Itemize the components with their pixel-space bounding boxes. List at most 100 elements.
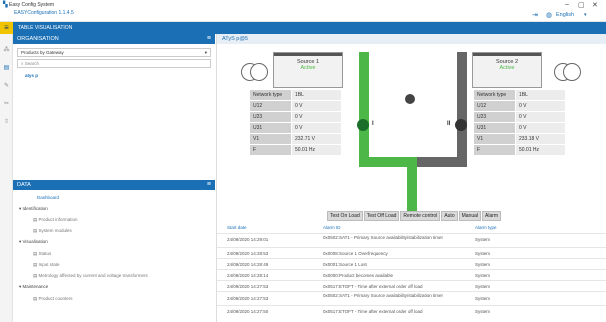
visualisation-group[interactable]: ▾ Visualisation bbox=[19, 239, 48, 245]
value: 1BL bbox=[515, 89, 566, 101]
data-panel: DATA ≡ Dashboard ▾ Identification ▤ Prod… bbox=[13, 180, 215, 322]
table-row: U23 0 V bbox=[473, 111, 566, 123]
remote-control-button[interactable]: Remote control bbox=[400, 211, 441, 221]
data-header: DATA ≡ bbox=[13, 180, 215, 190]
label-f: F bbox=[473, 144, 516, 156]
alarm-date: 24/09/2020 14:28:49 bbox=[227, 262, 269, 267]
left-toolbar: ⁂ ▤ ✎ ✂ ⇧ bbox=[0, 34, 13, 322]
close-icon[interactable]: ✕ bbox=[592, 1, 598, 9]
table-row: U23 0 V bbox=[249, 111, 342, 123]
table-row[interactable]: 24/09/2020 14:29:01 0x0502:SAT1 - Primar… bbox=[217, 233, 606, 244]
alarm-type: System bbox=[475, 309, 491, 314]
label-v1: V1 bbox=[473, 133, 516, 145]
menu-icon[interactable]: ≡ bbox=[0, 22, 13, 34]
table-row: F 50.01 Hz bbox=[473, 144, 566, 156]
source1-circle-b bbox=[250, 63, 268, 81]
alarm-table: Start date Alarm ID Alarm type 24/09/202… bbox=[217, 223, 606, 322]
tools-icon[interactable]: ✂ bbox=[3, 100, 10, 107]
table-row[interactable]: 24/09/2020 14:28:53 0x0008:Source 1 Over… bbox=[217, 247, 606, 258]
nav-title: TABLE VISUALISATION bbox=[18, 25, 73, 31]
table-row: U31 0 V bbox=[249, 122, 342, 134]
alarm-id: 0x0517:ETOFT - Time after external order… bbox=[323, 309, 423, 314]
identification-group[interactable]: ▾ Identification bbox=[19, 206, 48, 212]
tree-node-atys[interactable]: atys p bbox=[25, 73, 38, 78]
value: 232.71 V bbox=[291, 133, 342, 145]
alarm-type: System bbox=[475, 262, 491, 267]
product-information-item[interactable]: ▤ Product information bbox=[33, 217, 78, 223]
input-state-label: Input state bbox=[38, 262, 60, 267]
table-row[interactable]: 24/09/2020 14:28:49 0x0001:Source 1 Lost… bbox=[217, 258, 606, 269]
alarm-type: System bbox=[475, 251, 491, 256]
source1-bar bbox=[274, 53, 342, 56]
metrology-item[interactable]: ▤ Metrology affected by current and volt… bbox=[33, 273, 148, 279]
input-state-item[interactable]: ▤ Input state bbox=[33, 262, 60, 268]
line-source1-vertical bbox=[359, 52, 369, 157]
test-on-load-button[interactable]: Test On Load bbox=[327, 211, 363, 221]
dashboard-link[interactable]: Dashboard bbox=[37, 195, 59, 200]
maintenance-group[interactable]: ▾ Maintenance bbox=[19, 284, 48, 290]
panel-menu-icon[interactable]: ≡ bbox=[207, 34, 211, 44]
source1-state: Active bbox=[300, 65, 316, 71]
table-row: F 50.01 Hz bbox=[249, 144, 342, 156]
alarm-date: 24/09/2020 14:27:53 bbox=[227, 296, 269, 301]
alarm-button[interactable]: Alarm bbox=[482, 211, 502, 221]
alarm-date: 24/09/2020 14:28:53 bbox=[227, 251, 269, 256]
source2-bar bbox=[473, 53, 541, 56]
minimize-icon[interactable]: – bbox=[565, 1, 569, 8]
table-row: U12 0 V bbox=[249, 100, 342, 112]
table-row[interactable]: 24/09/2020 14:27:50 0x0517:ETOFT - Time … bbox=[217, 305, 606, 316]
data-title: DATA bbox=[17, 182, 31, 188]
label-u23: U23 bbox=[249, 111, 292, 123]
value: 0 V bbox=[291, 100, 342, 112]
filter-select[interactable]: Products by Gateway ▾ bbox=[17, 48, 211, 57]
alarm-type: System bbox=[475, 284, 491, 289]
title-bar: ▚ Easy Config System EASYConfiguration 1… bbox=[0, 0, 606, 22]
export-icon[interactable]: ⇧ bbox=[3, 118, 10, 125]
maintenance-label: Maintenance bbox=[22, 284, 49, 289]
value: 50.01 Hz bbox=[291, 144, 342, 156]
value: 0 V bbox=[291, 122, 342, 134]
alarm-id: 0x0008:Source 1 Overfrequency bbox=[323, 251, 388, 256]
system-modules-item[interactable]: ▤ System modules bbox=[33, 228, 72, 234]
table-row[interactable]: 24/09/2020 14:27:53 0x0517:ETOFT - Time … bbox=[217, 280, 606, 291]
table-row[interactable]: 24/09/2020 14:27:53 0x0502:SAT1 - Primar… bbox=[217, 291, 606, 305]
alarm-id: 0x0502:SAT1 - Primary Source availabilit… bbox=[323, 235, 443, 240]
chevron-down-icon[interactable]: ▾ bbox=[584, 12, 587, 18]
maximize-icon[interactable]: ▢ bbox=[578, 1, 585, 9]
table-row: V1 232.71 V bbox=[249, 133, 342, 145]
source2-state: Active bbox=[499, 65, 515, 71]
logout-icon[interactable]: ⇥ bbox=[532, 11, 538, 19]
line-source2-vertical bbox=[457, 52, 467, 157]
table-row[interactable]: 24/09/2020 14:28:14 0x0000:Product becom… bbox=[217, 269, 606, 280]
main-title: ATyS p@5 bbox=[217, 34, 606, 44]
label-u31: U31 bbox=[249, 122, 292, 134]
alarm-date: 24/09/2020 14:27:53 bbox=[227, 284, 269, 289]
busbar-source2 bbox=[417, 157, 467, 167]
value: 0 V bbox=[291, 111, 342, 123]
label-u12: U12 bbox=[249, 100, 292, 112]
main-panel: ATyS p@5 Source 1 Active Source 2 Active… bbox=[216, 34, 606, 322]
control-buttons: Test On Load Test Off Load Remote contro… bbox=[327, 211, 502, 221]
metrology-label: Metrology affected by current and voltag… bbox=[38, 273, 148, 278]
alarm-id: 0x0000:Product becomes available bbox=[323, 273, 394, 278]
table-row: Network type 1BL bbox=[473, 89, 566, 101]
wrench-icon[interactable]: ✎ bbox=[3, 82, 10, 89]
search-input[interactable]: ⌕ Search bbox=[17, 59, 211, 68]
network-icon[interactable]: ⁂ bbox=[3, 46, 10, 53]
system-modules-label: System modules bbox=[38, 228, 72, 233]
status-label: Status bbox=[38, 251, 52, 256]
manual-button[interactable]: Manual bbox=[458, 211, 482, 221]
status-item[interactable]: ▤ Status bbox=[33, 251, 51, 257]
alarm-date: 24/09/2020 14:27:50 bbox=[227, 309, 269, 314]
source2-box: Source 2 Active bbox=[472, 52, 542, 88]
product-counters-item[interactable]: ▤ Product counters bbox=[33, 296, 73, 302]
app-logo-icon: ▚ bbox=[3, 2, 8, 8]
product-information-label: Product information bbox=[38, 217, 78, 222]
test-off-load-button[interactable]: Test Off Load bbox=[363, 211, 400, 221]
table-icon[interactable]: ▤ bbox=[3, 64, 10, 71]
value: 0 V bbox=[515, 100, 566, 112]
panel-menu-icon[interactable]: ≡ bbox=[207, 180, 211, 190]
organisation-header: ORGANISATION ≡ bbox=[13, 34, 215, 44]
auto-button[interactable]: Auto bbox=[441, 211, 458, 221]
language-select[interactable]: English bbox=[556, 12, 574, 18]
